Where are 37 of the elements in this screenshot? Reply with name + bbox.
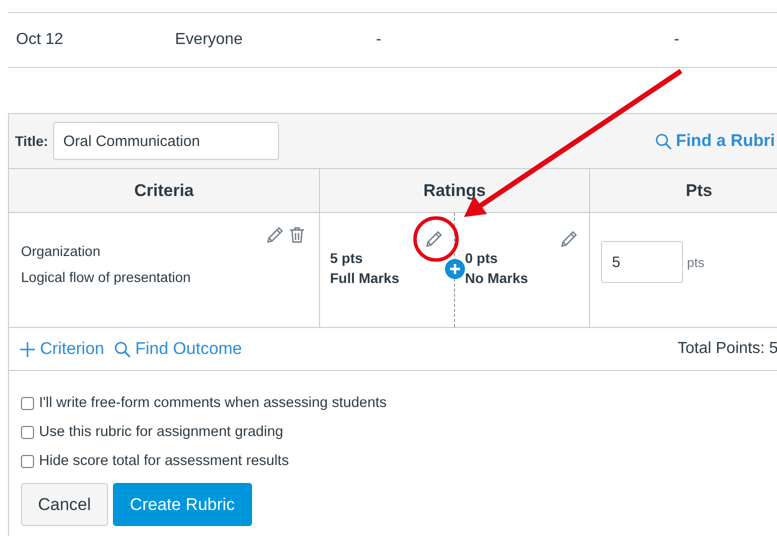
total-points: Total Points: 5 <box>678 340 777 358</box>
option-label: Use this rubric for assignment grading <box>39 424 284 440</box>
table-cell: Oct 12 <box>16 31 64 49</box>
option-label: Hide score total for assessment results <box>39 453 289 469</box>
title-field[interactable]: Oral Communication <box>53 122 280 160</box>
add-criterion-link[interactable]: Criterion <box>19 339 104 359</box>
pencil-icon[interactable] <box>265 225 285 245</box>
create-button[interactable]: Create Rubric <box>112 483 252 526</box>
pencil-icon[interactable] <box>424 229 444 249</box>
trash-icon[interactable] <box>287 225 307 245</box>
find-outcome-link[interactable]: Find Outcome <box>114 339 242 359</box>
checkbox[interactable] <box>21 454 34 468</box>
rating-label: No Marks <box>465 270 530 286</box>
plus-icon <box>19 340 36 358</box>
criterion-description: Logical flow of presentation <box>21 269 192 285</box>
checkbox[interactable] <box>21 426 34 438</box>
points-field[interactable]: 5 <box>601 241 683 283</box>
rating-points: 5 pts <box>330 250 364 266</box>
add-rating-icon[interactable] <box>445 259 465 279</box>
rating-label: Full Marks <box>330 270 400 286</box>
table-cell: Everyone <box>175 31 243 49</box>
option-label: I'll write free-form comments when assessing students <box>39 395 387 411</box>
search-icon <box>654 132 672 150</box>
rating-points: 0 pts <box>465 250 499 266</box>
points-unit: pts <box>687 254 704 270</box>
find-rubric-link[interactable]: Find a Rubri <box>654 131 775 151</box>
column-header: Pts <box>590 169 777 212</box>
search-icon <box>114 340 132 358</box>
highlight-circle <box>413 216 459 262</box>
pencil-icon[interactable] <box>559 229 579 249</box>
criterion-name: Organization <box>21 243 102 259</box>
table-cell: - <box>674 31 680 49</box>
title-label: Title: <box>15 133 48 149</box>
checkbox[interactable] <box>21 396 34 410</box>
table-cell: - <box>376 31 382 49</box>
column-header: Criteria <box>9 169 320 212</box>
cancel-button[interactable]: Cancel <box>21 483 108 526</box>
